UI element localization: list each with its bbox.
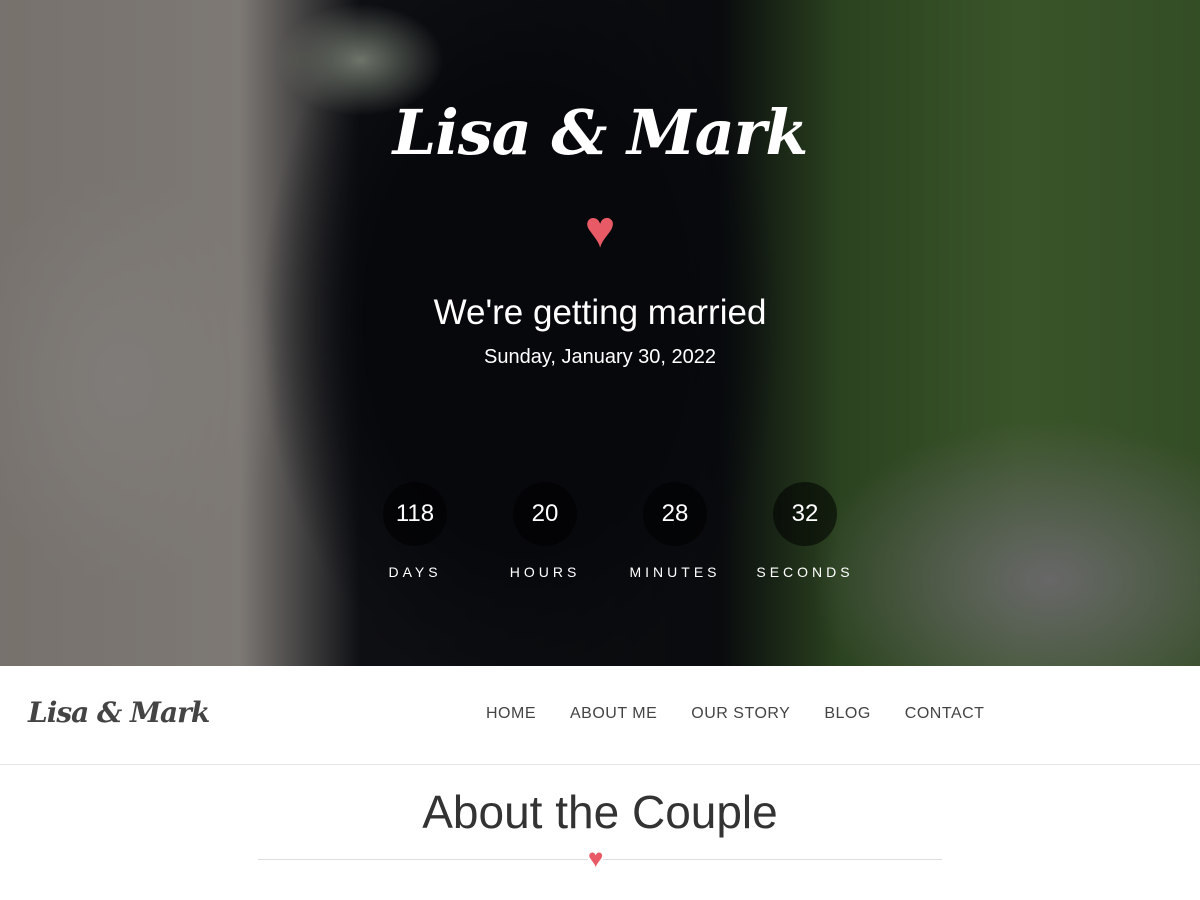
section-title: About the Couple: [422, 786, 778, 838]
nav-about-me[interactable]: ABOUT ME: [570, 705, 657, 723]
heart-icon: ♥: [588, 843, 604, 873]
heart-icon: ♥: [584, 201, 616, 259]
heart-divider: ♥: [258, 845, 942, 871]
hero-section: Lisa & Mark ♥ We're getting married Sund…: [0, 0, 1200, 666]
countdown-label: SECONDS: [756, 564, 854, 580]
nav-home[interactable]: HOME: [486, 705, 536, 723]
countdown-hours: 20 HOURS: [480, 482, 610, 580]
nav-our-story[interactable]: OUR STORY: [691, 705, 790, 723]
countdown-days: 118 DAYS: [350, 482, 480, 580]
countdown-label: HOURS: [509, 564, 581, 580]
countdown-value: 28: [643, 482, 707, 546]
nav-blog[interactable]: BLOG: [824, 705, 870, 723]
nav-contact[interactable]: CONTACT: [905, 705, 985, 723]
countdown-label: MINUTES: [629, 564, 721, 580]
countdown-value: 118: [383, 482, 447, 546]
countdown-seconds: 32 SECONDS: [740, 482, 870, 580]
navbar: Lisa & Mark HOME ABOUT ME OUR STORY BLOG…: [0, 666, 1200, 765]
wedding-date: Sunday, January 30, 2022: [483, 346, 717, 368]
nav-menu: HOME ABOUT ME OUR STORY BLOG CONTACT: [486, 705, 984, 723]
hero-title: Lisa & Mark: [392, 96, 809, 169]
countdown-minutes: 28 MINUTES: [610, 482, 740, 580]
countdown: 118 DAYS 20 HOURS 28 MINUTES 32 SECONDS: [350, 482, 870, 580]
countdown-value: 20: [513, 482, 577, 546]
site-logo[interactable]: Lisa & Mark: [28, 696, 210, 729]
countdown-value: 32: [773, 482, 837, 546]
countdown-label: DAYS: [388, 564, 442, 580]
hero-tagline: We're getting married: [433, 293, 767, 332]
about-section: About the Couple ♥: [0, 765, 1200, 871]
